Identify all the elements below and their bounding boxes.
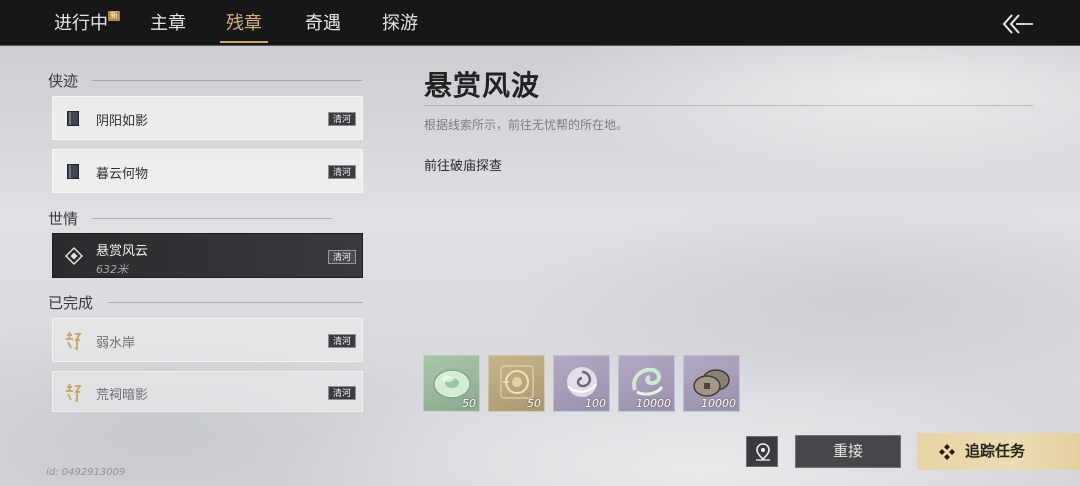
section-divider	[92, 218, 332, 219]
wind-swirl-icon	[632, 367, 664, 396]
reward-item-3[interactable]: 100	[553, 355, 610, 412]
section-title-completed: 已完成	[48, 294, 94, 312]
quest-item-completed-2[interactable]: 荒祠暗影 清河	[52, 371, 363, 412]
section-title-shiqing: 世情	[48, 210, 79, 228]
quest-description: 根据线索所示，前往无忧帮的所在地。	[424, 118, 629, 132]
region-badge: 清河	[327, 386, 356, 400]
region-badge: 清河	[327, 165, 356, 179]
diamond-cluster-icon	[939, 444, 955, 460]
tab-main-chapter[interactable]: 主章	[150, 0, 186, 46]
book-icon	[67, 164, 79, 179]
quest-item-completed-1[interactable]: 弱水岸 清河	[52, 318, 363, 362]
quest-item-1[interactable]: 阴阳如影 清河	[52, 96, 363, 140]
quest-distance: 632米	[96, 263, 128, 276]
quest-name: 荒祠暗影	[96, 388, 149, 403]
reward-item-4[interactable]: 10000	[618, 355, 675, 412]
tab-label: 奇遇	[305, 13, 341, 34]
book-icon	[67, 111, 79, 126]
tab-label: 探游	[382, 13, 418, 34]
spiral-orb-icon	[567, 367, 597, 397]
quest-name: 悬赏风云	[96, 244, 149, 259]
reward-item-1[interactable]: 50	[423, 355, 480, 412]
diamond-marker-icon	[65, 247, 83, 265]
region-badge: 清河	[327, 112, 356, 126]
tab-label: 残章	[226, 13, 262, 34]
copper-coins-icon	[693, 369, 730, 397]
section-title-xiaji: 侠迹	[48, 72, 79, 90]
completed-stamp-icon	[66, 384, 82, 403]
track-quest-label: 追踪任务	[965, 442, 1026, 460]
tab-encounter[interactable]: 奇遇	[305, 0, 341, 46]
detail-divider	[424, 105, 1033, 106]
reward-count: 10000	[636, 397, 671, 410]
new-badge: 新	[108, 11, 120, 21]
tab-fragment-chapter[interactable]: 残章	[220, 0, 268, 46]
region-badge: 清河	[327, 250, 356, 264]
reward-item-5[interactable]: 10000	[683, 355, 740, 412]
quest-item-2[interactable]: 暮云何物 清河	[52, 149, 363, 193]
quest-name: 暮云何物	[96, 167, 149, 182]
double-chevron-left-arrow-icon	[1002, 14, 1033, 34]
tab-label: 主章	[150, 13, 186, 34]
reward-count: 10000	[701, 397, 736, 410]
quest-detail-title: 悬赏风波	[424, 69, 541, 102]
reconnect-button[interactable]: 重接	[795, 435, 901, 468]
region-badge: 清河	[327, 334, 356, 348]
reward-item-2[interactable]: 50	[488, 355, 545, 412]
tab-exploration[interactable]: 探游	[382, 0, 418, 46]
locate-button[interactable]	[746, 436, 778, 467]
quest-objective: 前往破庙探查	[424, 159, 503, 174]
back-button[interactable]	[1002, 12, 1034, 36]
tab-label: 进行中	[54, 13, 108, 34]
quest-item-selected[interactable]: 悬赏风云 632米 清河	[52, 233, 363, 278]
top-nav-bar: 进行中 新 主章 残章 奇遇 探游	[0, 0, 1080, 46]
map-pin-icon	[756, 443, 770, 461]
gold-token-icon	[500, 365, 534, 399]
reward-count: 100	[585, 397, 606, 410]
quest-name: 弱水岸	[96, 336, 136, 351]
section-divider	[108, 302, 363, 303]
completed-stamp-icon	[66, 332, 82, 351]
reward-count: 50	[527, 397, 541, 410]
section-divider	[92, 80, 362, 81]
jade-coin-icon	[433, 369, 471, 399]
user-id-label: id: 0492913009	[46, 467, 126, 478]
reward-count: 50	[462, 397, 476, 410]
quest-name: 阴阳如影	[96, 114, 149, 129]
tab-in-progress[interactable]: 进行中	[54, 0, 108, 46]
track-quest-button[interactable]: 追踪任务	[917, 433, 1080, 470]
